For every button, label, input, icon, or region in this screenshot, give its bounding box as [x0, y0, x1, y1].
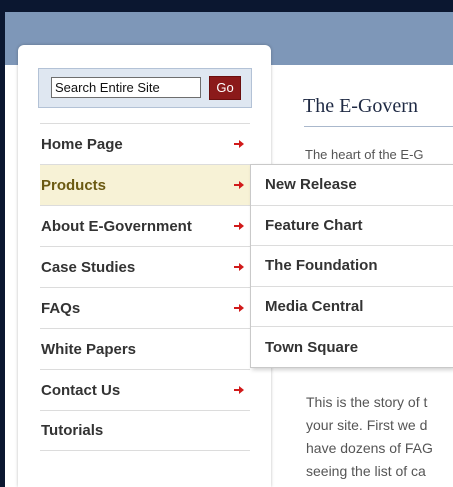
- story-line: This is the story of t: [306, 394, 428, 410]
- nav-item-label: Products: [41, 176, 107, 194]
- search-go-button[interactable]: Go: [209, 76, 241, 100]
- intro-text: The heart of the E-G: [305, 147, 424, 162]
- arrow-right-icon: [234, 140, 244, 148]
- story-line: seeing the list of ca: [306, 463, 426, 479]
- submenu-item-the-foundation[interactable]: The Foundation: [251, 246, 453, 287]
- top-frame-bar: [0, 0, 453, 12]
- nav-item-faqs[interactable]: FAQs: [40, 287, 250, 328]
- arrow-right-icon: [234, 222, 244, 230]
- title-divider: [304, 126, 453, 127]
- nav-item-label: White Papers: [41, 340, 137, 358]
- nav-item-white-papers[interactable]: White Papers: [40, 328, 250, 369]
- nav-item-label: FAQs: [41, 299, 81, 317]
- nav-item-products[interactable]: Products: [40, 164, 250, 205]
- nav-item-home-page[interactable]: Home Page: [40, 123, 250, 164]
- submenu-item-town-square[interactable]: Town Square: [251, 327, 453, 368]
- nav-item-about-e-government[interactable]: About E-Government: [40, 205, 250, 246]
- story-line: have dozens of FAG: [306, 440, 433, 456]
- products-submenu: New Release Feature Chart The Foundation…: [250, 164, 453, 368]
- story-paragraph: This is the story of t your site. First …: [306, 391, 453, 483]
- arrow-right-icon: [234, 263, 244, 271]
- arrow-right-icon: [234, 304, 244, 312]
- nav-item-label: Case Studies: [41, 258, 136, 276]
- page-title: The E-Govern: [303, 95, 418, 117]
- nav-item-label: Contact Us: [41, 381, 121, 399]
- arrow-right-icon: [234, 181, 244, 189]
- browser-viewport: The E-Govern The heart of the E-G This i…: [0, 0, 453, 487]
- nav-menu: Home Page Products About E-Government Ca…: [40, 123, 250, 451]
- nav-item-case-studies[interactable]: Case Studies: [40, 246, 250, 287]
- submenu-item-new-release[interactable]: New Release: [251, 165, 453, 206]
- arrow-right-icon: [234, 386, 244, 394]
- submenu-item-feature-chart[interactable]: Feature Chart: [251, 206, 453, 247]
- story-line: your site. First we d: [306, 417, 428, 433]
- nav-item-tutorials[interactable]: Tutorials: [40, 410, 250, 451]
- nav-item-label: About E-Government: [41, 217, 192, 235]
- search-box: Go: [38, 68, 252, 108]
- submenu-item-media-central[interactable]: Media Central: [251, 287, 453, 328]
- nav-item-contact-us[interactable]: Contact Us: [40, 369, 250, 410]
- nav-item-label: Tutorials: [41, 422, 104, 439]
- nav-item-label: Home Page: [41, 135, 123, 153]
- search-input[interactable]: [51, 77, 201, 98]
